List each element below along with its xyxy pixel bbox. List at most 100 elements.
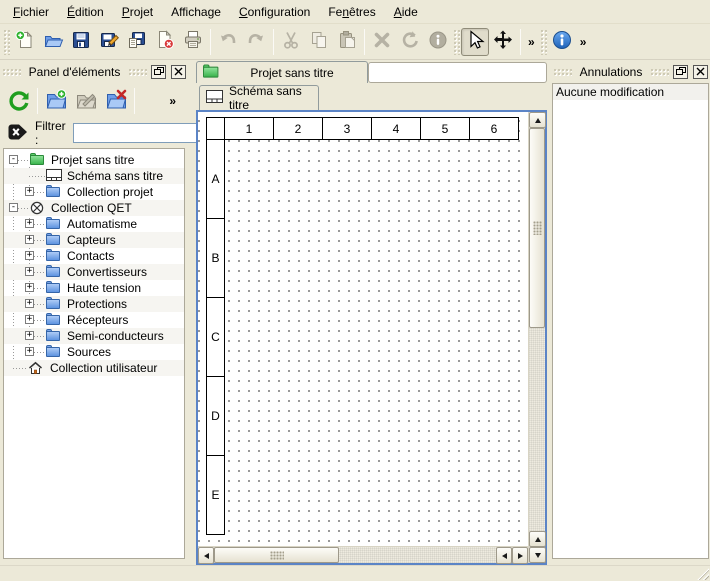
menu-projet[interactable]: Projet	[113, 2, 162, 22]
folder-icon	[46, 217, 62, 231]
undo-history-list[interactable]: Aucune modification	[552, 83, 709, 559]
horizontal-scroll-track[interactable]	[214, 547, 496, 563]
selection-tool-button[interactable]	[461, 28, 489, 56]
tree-item-protections[interactable]: + Protections	[4, 296, 184, 312]
expand-expander-icon[interactable]: +	[25, 347, 34, 356]
expand-expander-icon[interactable]: +	[25, 283, 34, 292]
collapse-expander-icon[interactable]: -	[9, 203, 18, 212]
diagram-info-button[interactable]	[548, 28, 576, 56]
tree-item-semi-conducteurs[interactable]: + Semi-conducteurs	[4, 328, 184, 344]
horizontal-scroll-thumb[interactable]	[214, 547, 339, 563]
tab-projet-sans-titre[interactable]: Projet sans titre	[196, 61, 368, 83]
tree-item-schema[interactable]: Schéma sans titre	[4, 168, 184, 184]
panel-toolbar-overflow-button[interactable]: »	[165, 94, 180, 108]
scroll-right-button[interactable]	[512, 547, 528, 564]
tree-item-capteurs[interactable]: + Capteurs	[4, 232, 184, 248]
tree-item-convertisseurs[interactable]: + Convertisseurs	[4, 264, 184, 280]
element-panel-titlebar[interactable]: Panel d'éléments	[2, 63, 186, 81]
tree-item-collection-utilisateur[interactable]: Collection utilisateur	[4, 360, 184, 376]
save-button[interactable]	[67, 28, 95, 56]
undo-list-item[interactable]: Aucune modification	[553, 84, 708, 100]
scroll-left-button[interactable]	[496, 547, 512, 564]
titlebar-texture	[128, 68, 147, 76]
menu-configuration[interactable]: Configuration	[230, 2, 319, 22]
column-header: 3	[322, 117, 372, 140]
toolbar-overflow-button[interactable]: »	[576, 35, 591, 49]
tree-item-automatisme[interactable]: + Automatisme	[4, 216, 184, 232]
expand-expander-icon[interactable]: +	[25, 299, 34, 308]
cut-button	[277, 28, 305, 56]
toolbar-separator	[520, 29, 521, 55]
vertical-scroll-thumb[interactable]	[529, 128, 545, 328]
tree-item-projet[interactable]: - Projet sans titre	[4, 152, 184, 168]
menu-affichage[interactable]: Affichage	[162, 2, 230, 22]
undo-panel-titlebar[interactable]: Annulations	[553, 63, 708, 81]
reload-collections-button[interactable]	[4, 86, 34, 116]
new-project-button[interactable]	[11, 28, 39, 56]
expand-expander-icon[interactable]: +	[25, 219, 34, 228]
reload-icon	[7, 88, 31, 115]
tree-item-collection-projet[interactable]: + Collection projet	[4, 184, 184, 200]
float-panel-button[interactable]	[151, 65, 166, 79]
menu-aide[interactable]: Aide	[385, 2, 427, 22]
diagram-icon	[46, 169, 62, 183]
filter-row: Filtrer :	[0, 120, 188, 146]
tree-item-recepteurs[interactable]: + Récepteurs	[4, 312, 184, 328]
expand-expander-icon[interactable]: +	[25, 251, 34, 260]
left-splitter[interactable]	[188, 60, 196, 565]
thumb-grip	[270, 551, 284, 560]
close-file-button[interactable]	[151, 28, 179, 56]
expand-expander-icon[interactable]: +	[25, 187, 34, 196]
expand-expander-icon[interactable]: +	[25, 235, 34, 244]
float-panel-button[interactable]	[673, 65, 688, 79]
menu-fenetres[interactable]: Fenêtres	[319, 2, 384, 22]
tree-item-contacts[interactable]: + Contacts	[4, 248, 184, 264]
close-panel-button[interactable]	[171, 65, 186, 79]
vertical-scrollbar[interactable]	[528, 112, 545, 563]
project-tabbar: Projet sans titre	[196, 60, 547, 83]
print-button[interactable]	[179, 28, 207, 56]
collections-tree[interactable]: - Projet sans titre Schéma sans titre + …	[3, 148, 185, 559]
menu-edition[interactable]: Édition	[58, 2, 113, 22]
scroll-down-button[interactable]	[529, 547, 546, 563]
schema-canvas[interactable]: 1 2 3 4 5 6 A B C D E	[198, 112, 528, 546]
new-collection-button[interactable]	[41, 86, 71, 116]
menu-fichier[interactable]: Fichier	[4, 2, 58, 22]
delete-collection-button[interactable]	[101, 86, 131, 116]
edit-collection-icon	[74, 88, 98, 115]
save-as-icon	[98, 29, 120, 54]
resize-grip[interactable]	[696, 567, 709, 580]
delete-collection-icon	[104, 88, 128, 115]
move-tool-button[interactable]	[489, 28, 517, 56]
clear-filter-icon[interactable]	[7, 122, 28, 145]
tab-schema-sans-titre[interactable]: Schéma sans titre	[199, 85, 319, 110]
scroll-left-button[interactable]	[198, 547, 214, 564]
vertical-scroll-track[interactable]	[529, 128, 545, 531]
toolbar-drag-handle[interactable]	[453, 29, 460, 55]
redo-button	[242, 28, 270, 56]
row-header: C	[206, 297, 225, 377]
expand-expander-icon[interactable]: +	[25, 331, 34, 340]
expand-expander-icon[interactable]: +	[25, 267, 34, 276]
toolbar-drag-handle[interactable]	[540, 29, 547, 55]
scroll-up-button[interactable]	[529, 112, 546, 128]
expand-expander-icon[interactable]: +	[25, 315, 34, 324]
toolbar-overflow-button[interactable]: »	[524, 35, 539, 49]
element-panel: Panel d'éléments » F	[0, 60, 188, 565]
tree-item-collection-qet[interactable]: - Collection QET	[4, 200, 184, 216]
open-project-button[interactable]	[39, 28, 67, 56]
tree-item-haute-tension[interactable]: + Haute tension	[4, 280, 184, 296]
schema-view: 1 2 3 4 5 6 A B C D E	[196, 110, 547, 565]
scroll-up-button[interactable]	[529, 531, 546, 547]
tree-item-sources[interactable]: + Sources	[4, 344, 184, 360]
toolbar-drag-handle[interactable]	[3, 29, 10, 55]
horizontal-scrollbar[interactable]	[198, 546, 528, 563]
collapse-expander-icon[interactable]: -	[9, 155, 18, 164]
save-as-button[interactable]	[95, 28, 123, 56]
toolbar-separator	[273, 29, 274, 55]
close-panel-button[interactable]	[693, 65, 708, 79]
save-all-button[interactable]	[123, 28, 151, 56]
thumb-grip	[533, 221, 542, 235]
close-icon	[174, 65, 183, 79]
project-folder-icon	[30, 153, 46, 167]
